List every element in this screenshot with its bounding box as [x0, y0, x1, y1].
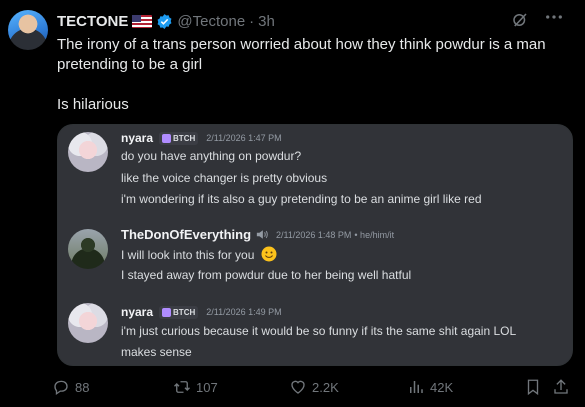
separator-dot: ·: [249, 12, 255, 30]
share-icon: [554, 379, 568, 394]
us-flag-icon: [132, 14, 153, 28]
author-handle[interactable]: @Tectone: [177, 13, 245, 30]
nyara-avatar: [68, 303, 108, 343]
like-count: 2.2K: [312, 379, 339, 395]
pronouns: • he/him/it: [354, 229, 395, 240]
server-tag-label: BTCH: [173, 133, 196, 143]
server-tag: BTCH: [159, 305, 199, 319]
message-line: makes sense: [121, 345, 192, 359]
message-header: TheDonOfEverything 2/11/2026 1:48 PM • h…: [121, 227, 394, 242]
message-timestamp: 2/11/2026 1:49 PM: [206, 307, 282, 317]
author-avatar[interactable]: [8, 10, 48, 50]
tweet-time[interactable]: 3h: [258, 13, 275, 30]
message-username: nyara: [121, 305, 154, 319]
thedonofeverything-avatar: [68, 229, 108, 269]
server-tag-label: BTCH: [173, 307, 196, 317]
more-icon[interactable]: [545, 11, 565, 29]
message-header: nyara BTCH 2/11/2026 1:47 PM: [121, 131, 282, 145]
message-line: i'm just curious because it would be so …: [121, 324, 517, 338]
repost-count: 107: [196, 379, 218, 395]
tweet-action-bar: 88 107 2.2K 42K: [52, 376, 577, 398]
message-line: I stayed away from powdur due to her bei…: [121, 268, 412, 282]
tweet-text: The irony of a trans person worried abou…: [57, 35, 572, 135]
bookmark-icon: [527, 379, 539, 396]
message-line: i'm wondering if its also a guy pretendi…: [121, 192, 482, 206]
grok-icon[interactable]: [511, 11, 529, 29]
message-username: nyara: [121, 131, 154, 145]
verified-badge-icon[interactable]: [156, 13, 173, 30]
smile-emoji-icon: [261, 246, 277, 262]
like-icon: [291, 380, 305, 394]
tweet-header: TECTONE @Tectone · 3h: [57, 11, 565, 31]
message-line: do you have anything on powdur?: [121, 149, 302, 163]
bookmark-button[interactable]: [524, 376, 542, 398]
repost-button[interactable]: 107: [173, 376, 218, 398]
views-count: 42K: [430, 379, 454, 395]
message-header: nyara BTCH 2/11/2026 1:49 PM: [121, 305, 282, 319]
author-name[interactable]: TECTONE: [57, 13, 128, 30]
reply-button[interactable]: 88: [52, 376, 89, 398]
share-button[interactable]: [552, 376, 570, 398]
reply-count: 88: [75, 379, 90, 395]
tweet-text-line-1: The irony of a trans person worried abou…: [57, 36, 546, 73]
message-line: like the voice changer is pretty obvious: [121, 171, 328, 185]
message-username: TheDonOfEverything: [121, 227, 252, 242]
message-line-text: I will look into this for you: [121, 248, 255, 262]
speaker-icon: [256, 230, 268, 239]
views-button[interactable]: 42K: [407, 376, 453, 398]
message-timestamp: 2/11/2026 1:48 PM: [276, 229, 352, 240]
message-line: I will look into this for you: [121, 246, 277, 262]
like-button[interactable]: 2.2K: [289, 376, 339, 398]
message-timestamp: 2/11/2026 1:47 PM: [206, 133, 282, 143]
views-icon: [410, 381, 423, 393]
tweet-text-line-2: Is hilarious: [57, 96, 129, 113]
reply-icon: [54, 380, 68, 396]
nyara-avatar: [68, 132, 108, 172]
server-tag: BTCH: [159, 131, 199, 145]
repost-icon: [174, 381, 190, 393]
tweet-media-image[interactable]: nyara BTCH 2/11/2026 1:47 PM do you have…: [57, 124, 573, 366]
server-tag-icon: [162, 133, 172, 143]
server-tag-icon: [162, 307, 172, 317]
